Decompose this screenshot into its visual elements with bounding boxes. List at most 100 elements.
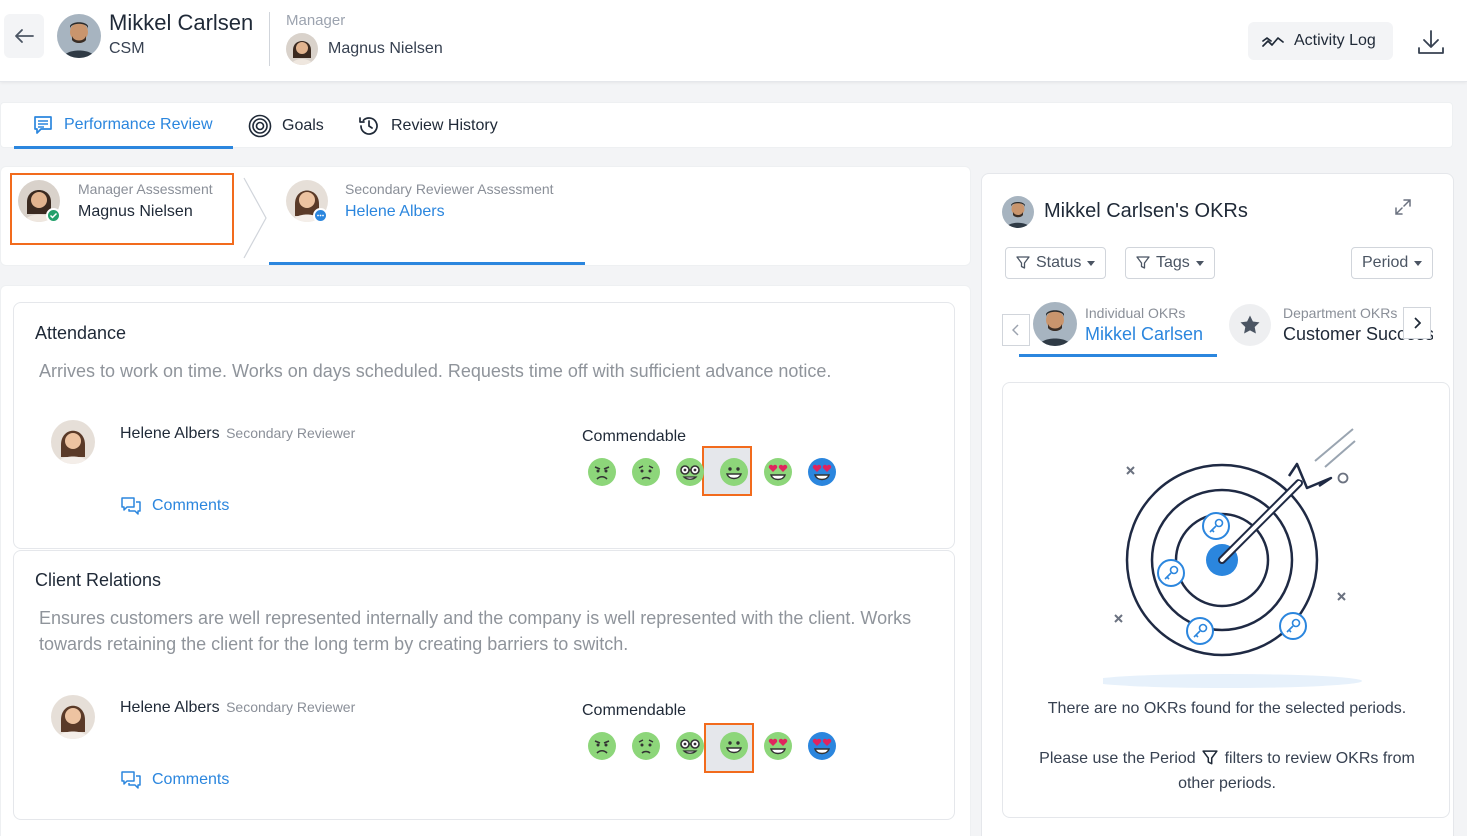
in-progress-icon <box>313 208 328 223</box>
completed-check-icon <box>46 208 61 223</box>
blue-heart-eyes-face-icon[interactable] <box>800 724 844 768</box>
star-icon <box>1240 315 1260 334</box>
filter-icon <box>1016 256 1030 269</box>
criteria-title: Client Relations <box>35 570 162 590</box>
tab-label: Performance Review <box>64 115 213 133</box>
tab-label: Goals <box>282 117 324 134</box>
reviewer-name: Helene Albers <box>120 699 220 716</box>
chevron-separator-icon <box>243 177 267 259</box>
okr-panel-title: Mikkel Carlsen's OKRs <box>1044 200 1248 222</box>
smiling-face-icon[interactable] <box>712 724 756 768</box>
manager-assessment-name: Magnus Nielsen <box>78 203 193 220</box>
caret-down-icon <box>1195 260 1204 266</box>
page-header: Mikkel Carlsen CSM Manager Magnus Nielse… <box>0 0 1467 82</box>
status-filter-label: Status <box>1036 254 1082 271</box>
smiling-face-icon[interactable] <box>712 450 756 494</box>
secondary-assessment-label: Secondary Reviewer Assessment <box>345 181 554 197</box>
comments-link[interactable]: Comments <box>120 496 229 516</box>
comments-icon <box>121 771 141 789</box>
filter-icon <box>1202 750 1218 765</box>
individual-okrs-name: Mikkel Carlsen <box>1085 324 1204 344</box>
sad-face-icon[interactable] <box>624 450 668 494</box>
reviewer-name: Helene Albers <box>120 425 220 442</box>
individual-okrs-tab[interactable]: Individual OKRs Mikkel Carlsen <box>1085 305 1203 345</box>
reviewer-avatar <box>51 420 95 464</box>
manager-avatar <box>286 33 318 65</box>
activity-chart-icon <box>1262 37 1284 47</box>
angry-face-icon[interactable] <box>580 450 624 494</box>
caret-down-icon <box>1087 260 1096 266</box>
tab-goals[interactable]: Goals <box>248 103 324 149</box>
manager-name[interactable]: Magnus Nielsen <box>328 40 443 58</box>
okr-empty-message: There are no OKRs found for the selected… <box>1047 700 1407 717</box>
nerd-face-icon[interactable] <box>668 450 712 494</box>
okr-panel: Mikkel Carlsen's OKRs Status Tags Period… <box>981 173 1454 836</box>
comments-label: Comments <box>152 497 230 514</box>
heart-eyes-face-icon[interactable] <box>756 724 800 768</box>
activity-log-label: Activity Log <box>1294 32 1376 49</box>
heart-eyes-face-icon[interactable] <box>756 450 800 494</box>
sad-face-icon[interactable] <box>624 724 668 768</box>
criteria-title: Attendance <box>35 323 127 343</box>
tags-filter[interactable]: Tags <box>1125 247 1215 279</box>
okr-owner-avatar <box>1002 196 1034 228</box>
download-icon <box>1418 30 1444 54</box>
individual-okrs-label: Individual OKRs <box>1085 305 1186 321</box>
download-button[interactable] <box>1416 28 1446 56</box>
rating-scale <box>580 450 844 494</box>
criteria-card-attendance: Attendance Arrives to work on time. Work… <box>13 302 955 549</box>
secondary-assessment-name: Helene Albers <box>345 203 445 220</box>
manager-label: Manager <box>286 12 346 29</box>
reviewer-name-line: Helene Albers Secondary Reviewer <box>120 425 355 443</box>
angry-face-icon[interactable] <box>580 724 624 768</box>
employee-role: CSM <box>109 40 145 57</box>
individual-okrs-avatar <box>1033 302 1077 346</box>
history-icon <box>359 117 378 135</box>
blue-heart-eyes-face-icon[interactable] <box>800 450 844 494</box>
tab-label: Review History <box>391 117 498 134</box>
period-filter-label: Period <box>1362 254 1409 271</box>
reviewer-name-line: Helene Albers Secondary Reviewer <box>120 699 355 717</box>
nerd-face-icon[interactable] <box>668 724 712 768</box>
active-assessment-indicator <box>269 262 585 265</box>
target-illustration-icon <box>1103 428 1362 688</box>
period-filter[interactable]: Period <box>1351 247 1434 279</box>
rating-scale <box>580 724 844 768</box>
chevron-left-icon <box>1012 324 1019 336</box>
criteria-description: Ensures customers are well represented i… <box>39 608 912 654</box>
tab-performance-review[interactable]: Performance Review <box>14 103 233 149</box>
okr-hint-end: other periods. <box>1178 775 1276 792</box>
filter-icon <box>1136 256 1150 269</box>
employee-name: Mikkel Carlsen <box>109 10 254 35</box>
okr-hint-before: Please use the Period <box>1039 750 1196 767</box>
okr-hint-after: filters to review OKRs from <box>1224 750 1415 767</box>
reviewer-role: Secondary Reviewer <box>226 425 356 441</box>
okr-tabs-next-button[interactable] <box>1403 307 1431 339</box>
tab-review-history[interactable]: Review History <box>357 103 498 149</box>
reviewer-role: Secondary Reviewer <box>226 699 356 715</box>
okr-tabs-prev-button[interactable] <box>1002 314 1030 346</box>
status-filter[interactable]: Status <box>1005 247 1107 279</box>
manager-assessment-tab[interactable]: Manager Assessment Magnus Nielsen <box>78 181 213 221</box>
employee-avatar <box>57 14 101 58</box>
criteria-description: Arrives to work on time. Works on days s… <box>39 361 832 381</box>
rating-label: Commendable <box>582 702 687 719</box>
arrow-left-icon <box>15 29 34 43</box>
main-tabs: Performance Review Goals Review History <box>0 102 1453 149</box>
caret-down-icon <box>1414 260 1423 266</box>
reviewer-avatar <box>51 695 95 739</box>
comments-link[interactable]: Comments <box>120 770 229 790</box>
criteria-card-client-relations: Client Relations Ensures customers are w… <box>13 550 955 820</box>
expand-icon[interactable] <box>1394 198 1412 216</box>
department-okrs-icon-wrap <box>1229 304 1271 346</box>
comments-icon <box>121 497 141 515</box>
manager-assessment-label: Manager Assessment <box>78 181 213 197</box>
okr-empty-state: There are no OKRs found for the selected… <box>1002 382 1450 818</box>
back-button[interactable] <box>4 14 44 58</box>
okr-empty-hint: Please use the Period filters to review … <box>1003 746 1451 796</box>
secondary-assessment-tab[interactable]: Secondary Reviewer Assessment Helene Alb… <box>345 181 554 221</box>
individual-okrs-underline <box>1019 354 1217 357</box>
target-icon <box>248 114 272 138</box>
activity-log-button[interactable]: Activity Log <box>1248 22 1393 60</box>
chevron-right-icon <box>1414 317 1421 329</box>
